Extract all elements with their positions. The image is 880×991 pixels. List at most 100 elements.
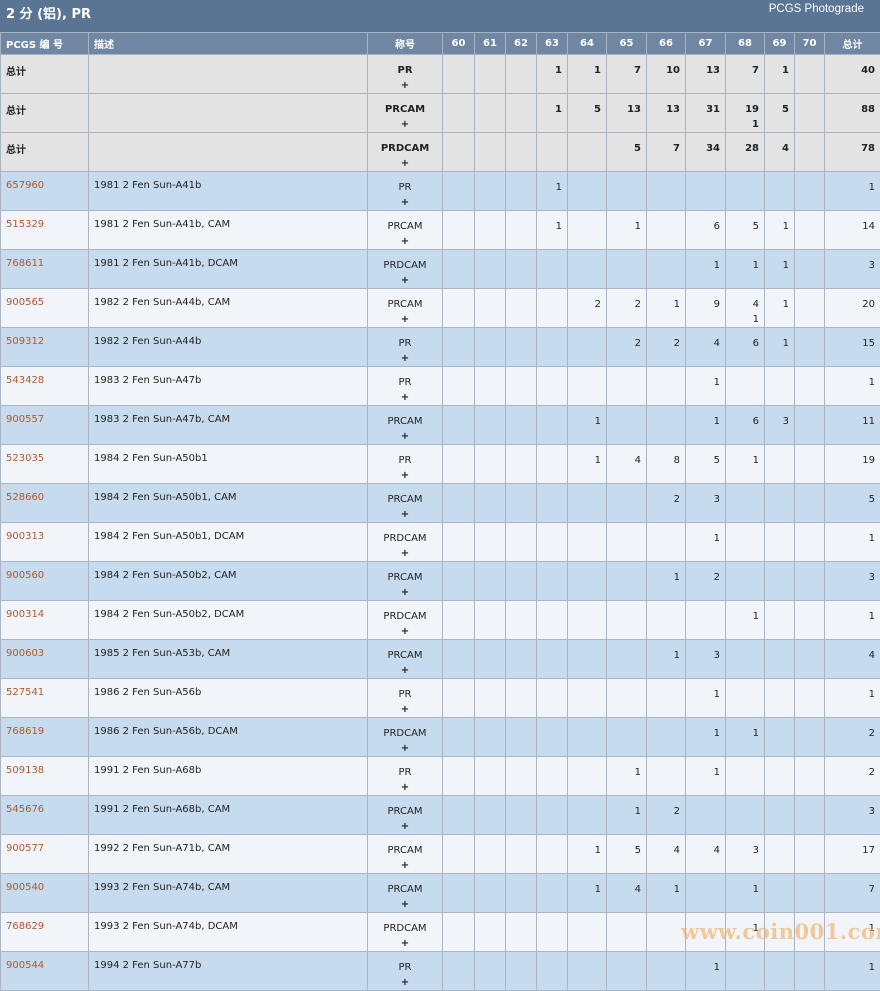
pcgs-number-cell[interactable]: 768629 — [1, 913, 89, 952]
grade-count-cell: 28 — [726, 133, 765, 172]
grade-count-cell — [475, 796, 506, 835]
grade-count-cell — [475, 94, 506, 133]
pcgs-number-link[interactable]: 768619 — [6, 726, 44, 737]
grade-count-cell: 13 — [686, 55, 726, 94]
description-cell: 1984 2 Fen Sun-A50b2, CAM — [89, 562, 368, 601]
description-cell: 1981 2 Fen Sun-A41b — [89, 172, 368, 211]
grade-count-cell — [537, 562, 568, 601]
grade-count-cell — [443, 367, 475, 406]
grade-count-cell — [726, 796, 765, 835]
pcgs-number-cell[interactable]: 900544 — [1, 952, 89, 991]
pcgs-number-cell[interactable]: 900603 — [1, 640, 89, 679]
pcgs-number-cell[interactable]: 543428 — [1, 367, 89, 406]
description-cell: 1991 2 Fen Sun-A68b, CAM — [89, 796, 368, 835]
grade-count-cell: 1 — [686, 757, 726, 796]
designation-cell: PRCAM+ — [368, 484, 443, 523]
pcgs-number-link[interactable]: 527541 — [6, 687, 44, 698]
designation-label: PRCAM — [368, 414, 442, 429]
pcgs-number-cell[interactable]: 900557 — [1, 406, 89, 445]
grade-count-cell — [537, 328, 568, 367]
pcgs-number-link[interactable]: 509138 — [6, 765, 44, 776]
pcgs-number-link[interactable]: 768611 — [6, 258, 44, 269]
grade-count-cell — [537, 289, 568, 328]
plus-marker: + — [368, 429, 442, 444]
pcgs-number-cell[interactable]: 768619 — [1, 718, 89, 757]
pcgs-number-link[interactable]: 528660 — [6, 492, 44, 503]
pcgs-number-cell[interactable]: 515329 — [1, 211, 89, 250]
pcgs-number-cell[interactable]: 900540 — [1, 874, 89, 913]
grade-count-cell — [765, 874, 795, 913]
plus-marker: + — [368, 546, 442, 561]
pcgs-number-link[interactable]: 900577 — [6, 843, 44, 854]
pcgs-number-link[interactable]: 523035 — [6, 453, 44, 464]
grade-count-cell — [795, 679, 825, 718]
column-header: 65 — [607, 33, 647, 55]
pcgs-number-link[interactable]: 900314 — [6, 609, 44, 620]
grade-count-cell — [795, 601, 825, 640]
pcgs-number-cell[interactable]: 768611 — [1, 250, 89, 289]
pcgs-number-cell[interactable]: 509312 — [1, 328, 89, 367]
row-total-cell: 15 — [825, 328, 880, 367]
grade-count-cell — [765, 757, 795, 796]
grade-count-cell — [475, 55, 506, 94]
designation-label: PRCAM — [368, 102, 442, 117]
pcgs-number-link[interactable]: 900313 — [6, 531, 44, 542]
grade-count-cell — [475, 328, 506, 367]
pcgs-number-cell[interactable]: 900314 — [1, 601, 89, 640]
pcgs-number-link[interactable]: 900557 — [6, 414, 44, 425]
grade-count-cell: 4 — [607, 445, 647, 484]
grade-count-cell — [795, 55, 825, 94]
grade-count-cell — [765, 952, 795, 991]
pcgs-number-link[interactable]: 900560 — [6, 570, 44, 581]
pcgs-number-cell[interactable]: 900565 — [1, 289, 89, 328]
row-total-cell: 1 — [825, 952, 880, 991]
pcgs-number-cell[interactable]: 528660 — [1, 484, 89, 523]
pcgs-number-cell[interactable]: 523035 — [1, 445, 89, 484]
pcgs-number-cell[interactable]: 545676 — [1, 796, 89, 835]
grade-count-cell — [506, 250, 537, 289]
pcgs-number-link[interactable]: 900540 — [6, 882, 44, 893]
pcgs-number-link[interactable]: 900565 — [6, 297, 44, 308]
row-total-cell: 14 — [825, 211, 880, 250]
pcgs-number-link[interactable]: 657960 — [6, 180, 44, 191]
pcgs-number-link[interactable]: 900544 — [6, 960, 44, 971]
grade-count-cell — [443, 874, 475, 913]
grade-count-cell — [568, 523, 607, 562]
pcgs-number-cell[interactable]: 900560 — [1, 562, 89, 601]
description-cell: 1983 2 Fen Sun-A47b, CAM — [89, 406, 368, 445]
grade-count-cell — [506, 211, 537, 250]
pcgs-number-link[interactable]: 768629 — [6, 921, 44, 932]
pcgs-number-cell[interactable]: 509138 — [1, 757, 89, 796]
pcgs-number-link[interactable]: 543428 — [6, 375, 44, 386]
grade-count-cell: 1 — [726, 601, 765, 640]
grade-count-cell — [795, 952, 825, 991]
pcgs-number-cell[interactable]: 657960 — [1, 172, 89, 211]
designation-label: PRDCAM — [368, 531, 442, 546]
grade-count-cell — [506, 952, 537, 991]
grade-count-cell — [607, 718, 647, 757]
pcgs-number-cell[interactable]: 900313 — [1, 523, 89, 562]
grade-count-cell: 1 — [537, 211, 568, 250]
grade-count-cell — [568, 679, 607, 718]
grade-count-cell: 6 — [726, 406, 765, 445]
column-header: PCGS 编 号 — [1, 33, 89, 55]
pcgs-number-link[interactable]: 900603 — [6, 648, 44, 659]
table-row: 5275411986 2 Fen Sun-A56bPR+11 — [1, 679, 880, 718]
designation-label: PRCAM — [368, 648, 442, 663]
plus-marker: + — [368, 975, 442, 990]
pcgs-number-link[interactable]: 509312 — [6, 336, 44, 347]
pcgs-number-cell[interactable]: 527541 — [1, 679, 89, 718]
description-cell: 1984 2 Fen Sun-A50b1, DCAM — [89, 523, 368, 562]
grade-count-cell: 1 — [607, 211, 647, 250]
grade-count-cell — [647, 757, 686, 796]
grade-count-cell — [475, 406, 506, 445]
designation-cell: PRCAM+ — [368, 835, 443, 874]
column-header: 70 — [795, 33, 825, 55]
pcgs-number-link[interactable]: 515329 — [6, 219, 44, 230]
grade-count-cell — [475, 289, 506, 328]
pcgs-number-cell[interactable]: 900577 — [1, 835, 89, 874]
designation-label: PRCAM — [368, 297, 442, 312]
pcgs-number-link[interactable]: 545676 — [6, 804, 44, 815]
designation-cell: PRDCAM+ — [368, 133, 443, 172]
grade-count-cell: 1 — [607, 796, 647, 835]
